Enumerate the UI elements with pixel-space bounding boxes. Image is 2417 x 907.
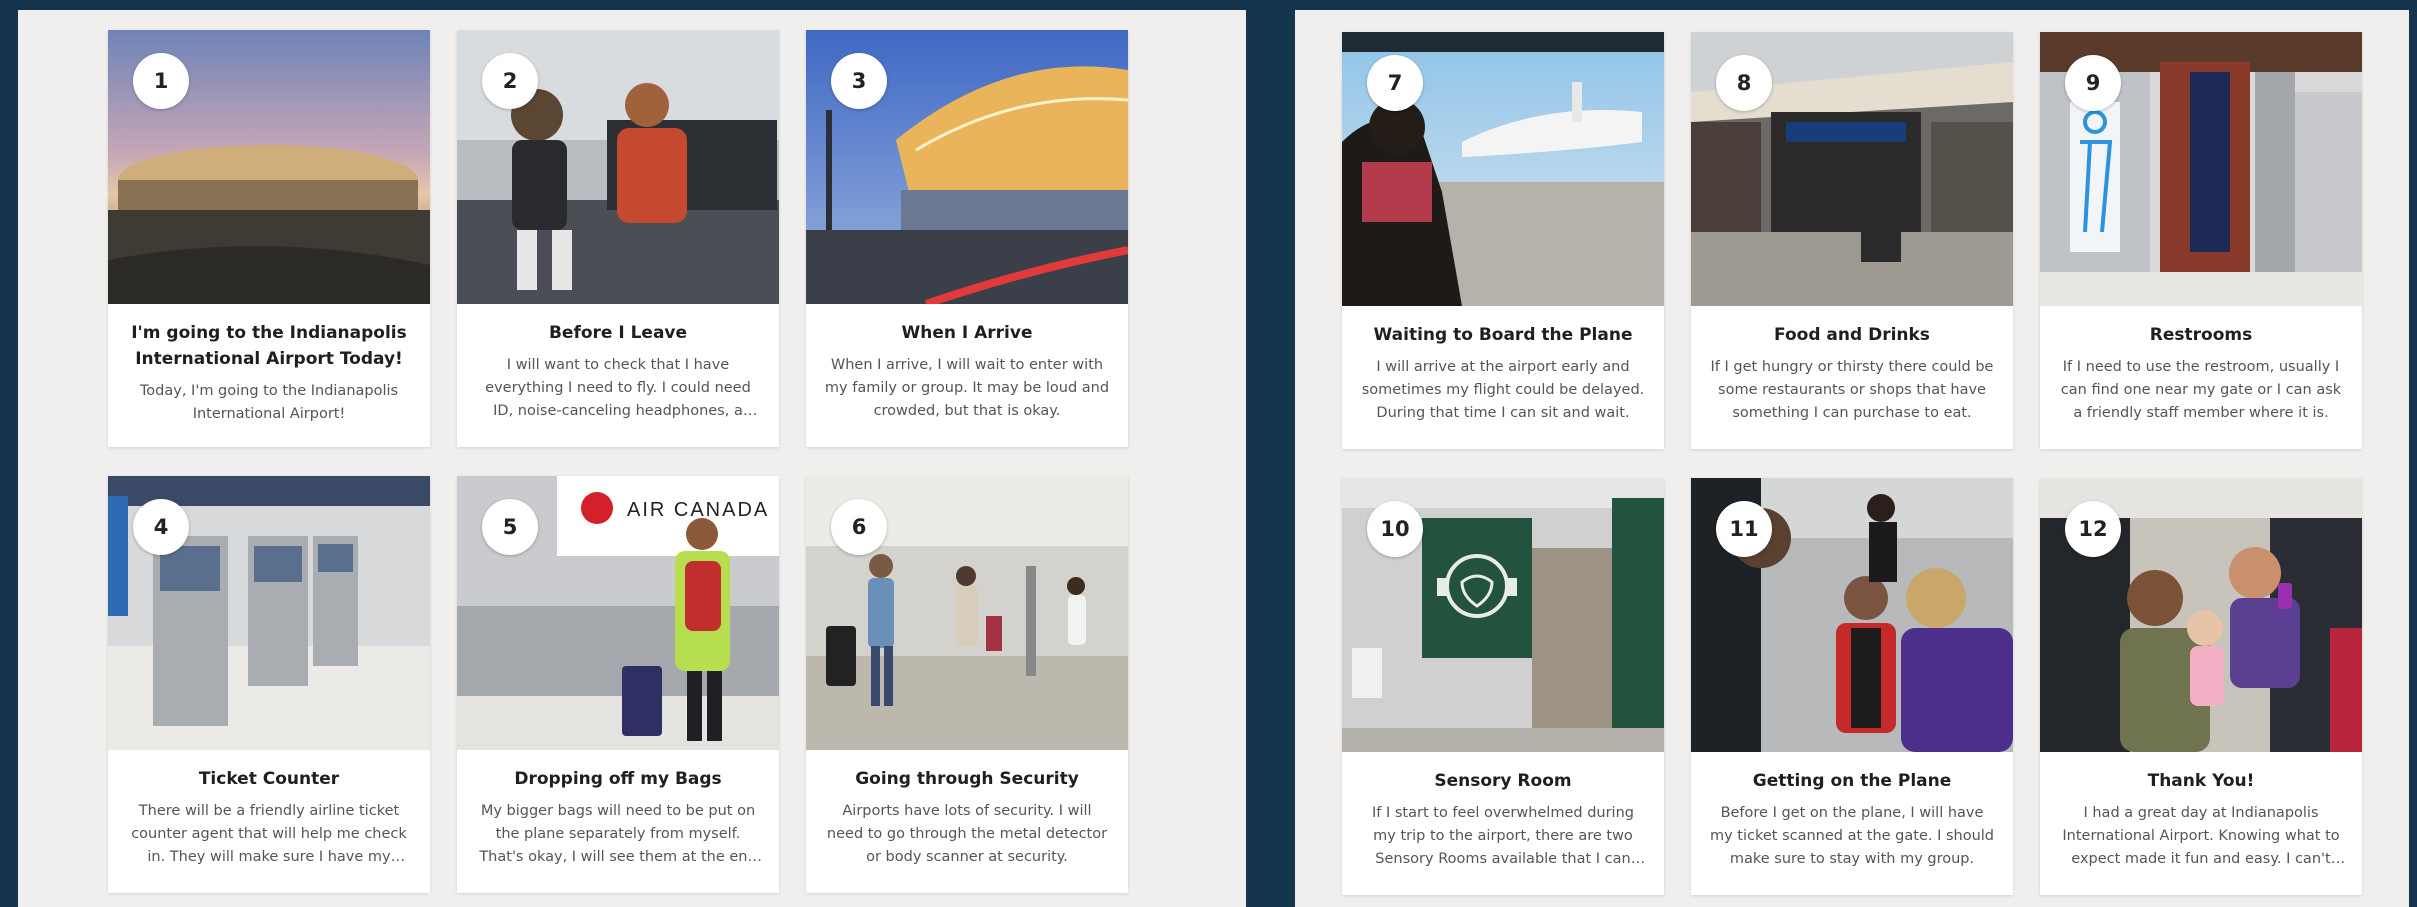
plane-at-window-image: 7: [1342, 32, 1664, 306]
family-on-plane-image: 12: [2040, 478, 2362, 752]
story-card-10[interactable]: 10 Sensory Room If I start to feel overw…: [1342, 478, 1664, 895]
card-description: I had a great day at Indianapolis Intern…: [2062, 805, 2340, 867]
kids-at-gate-image: 2: [457, 30, 779, 304]
step-number-badge: 9: [2065, 55, 2121, 111]
story-card-3[interactable]: 3 When I Arrive When I arrive, I will wa…: [806, 30, 1128, 447]
story-card-9[interactable]: 9 Restrooms If I need to use the restroo…: [2040, 32, 2362, 449]
terminal-entrance-image: 3: [806, 30, 1128, 304]
card-title: Thank You!: [2147, 771, 2255, 791]
card-description: If I get hungry or thirsty there could b…: [1710, 359, 1994, 421]
story-panel-left: 1 I'm going to the Indianapolis Internat…: [18, 10, 1246, 907]
story-card-1[interactable]: 1 I'm going to the Indianapolis Internat…: [108, 30, 430, 447]
card-description: If I need to use the restroom, usually I…: [2060, 359, 2342, 421]
card-title: Getting on the Plane: [1752, 771, 1952, 791]
step-number-badge: 4: [133, 499, 189, 555]
story-card-8[interactable]: 8 Food and Drinks If I get hungry or thi…: [1691, 32, 2013, 449]
card-description: I will want to check that I have everyth…: [485, 357, 751, 419]
card-description: I will arrive at the airport early and s…: [1361, 359, 1645, 421]
card-title: Going through Security: [855, 769, 1079, 789]
card-description: Airports have lots of security. I will n…: [826, 803, 1108, 865]
airport-terminal-exterior-image: 1: [108, 30, 430, 304]
card-title: I'm going to the Indianapolis Internatio…: [131, 323, 407, 369]
restroom-entrance-image: 9: [2040, 32, 2362, 306]
story-card-7[interactable]: 7 Waiting to Board the Plane I will arri…: [1342, 32, 1664, 449]
step-number-badge: 1: [133, 53, 189, 109]
svg-text:AIR CANADA: AIR CANADA: [627, 499, 769, 521]
card-description: Before I get on the plane, I will have m…: [1709, 805, 1995, 867]
step-number-badge: 6: [831, 499, 887, 555]
card-grid-right: 7 Waiting to Board the Plane I will arri…: [1342, 32, 2362, 895]
security-hall-image: 6: [806, 476, 1128, 750]
card-description: When I arrive, I will wait to enter with…: [824, 357, 1110, 419]
story-card-6[interactable]: 6 Going through Security Airports have l…: [806, 476, 1128, 893]
story-card-4[interactable]: 4 Ticket Counter There will be a friendl…: [108, 476, 430, 893]
story-card-12[interactable]: 12 Thank You! I had a great day at India…: [2040, 478, 2362, 895]
card-description: My bigger bags will need to be put on th…: [479, 803, 757, 865]
step-number-badge: 5: [482, 499, 538, 555]
step-number-badge: 2: [482, 53, 538, 109]
check-in-kiosks-image: 4: [108, 476, 430, 750]
card-description: Today, I'm going to the Indianapolis Int…: [139, 383, 399, 422]
card-title: Waiting to Board the Plane: [1373, 325, 1633, 345]
card-description: There will be a friendly airline ticket …: [131, 803, 407, 865]
card-grid-left: 1 I'm going to the Indianapolis Internat…: [108, 30, 1128, 893]
card-title: Sensory Room: [1434, 771, 1572, 791]
card-title: When I Arrive: [901, 323, 1033, 343]
card-title: Restrooms: [2149, 325, 2253, 345]
card-description: If I start to feel overwhelmed during my…: [1372, 805, 1634, 867]
step-number-badge: 3: [831, 53, 887, 109]
sensory-room-image: 10: [1342, 478, 1664, 752]
air-canada-counter-image: AIR CANADA 5: [457, 476, 779, 750]
step-number-badge: 10: [1367, 501, 1423, 557]
step-number-badge: 7: [1367, 55, 1423, 111]
boarding-gate-image: 11: [1691, 478, 2013, 752]
concourse-restaurants-image: 8: [1691, 32, 2013, 306]
card-title: Ticket Counter: [198, 769, 340, 789]
story-card-2[interactable]: 2 Before I Leave I will want to check th…: [457, 30, 779, 447]
step-number-badge: 12: [2065, 501, 2121, 557]
card-title: Before I Leave: [548, 323, 688, 343]
story-panel-right: 7 Waiting to Board the Plane I will arri…: [1295, 10, 2409, 907]
card-title: Food and Drinks: [1774, 325, 1930, 345]
step-number-badge: 11: [1716, 501, 1772, 557]
story-card-5[interactable]: AIR CANADA 5 Dropping off my Bags My big…: [457, 476, 779, 893]
story-card-11[interactable]: 11 Getting on the Plane Before I get on …: [1691, 478, 2013, 895]
card-title: Dropping off my Bags: [514, 769, 722, 789]
step-number-badge: 8: [1716, 55, 1772, 111]
